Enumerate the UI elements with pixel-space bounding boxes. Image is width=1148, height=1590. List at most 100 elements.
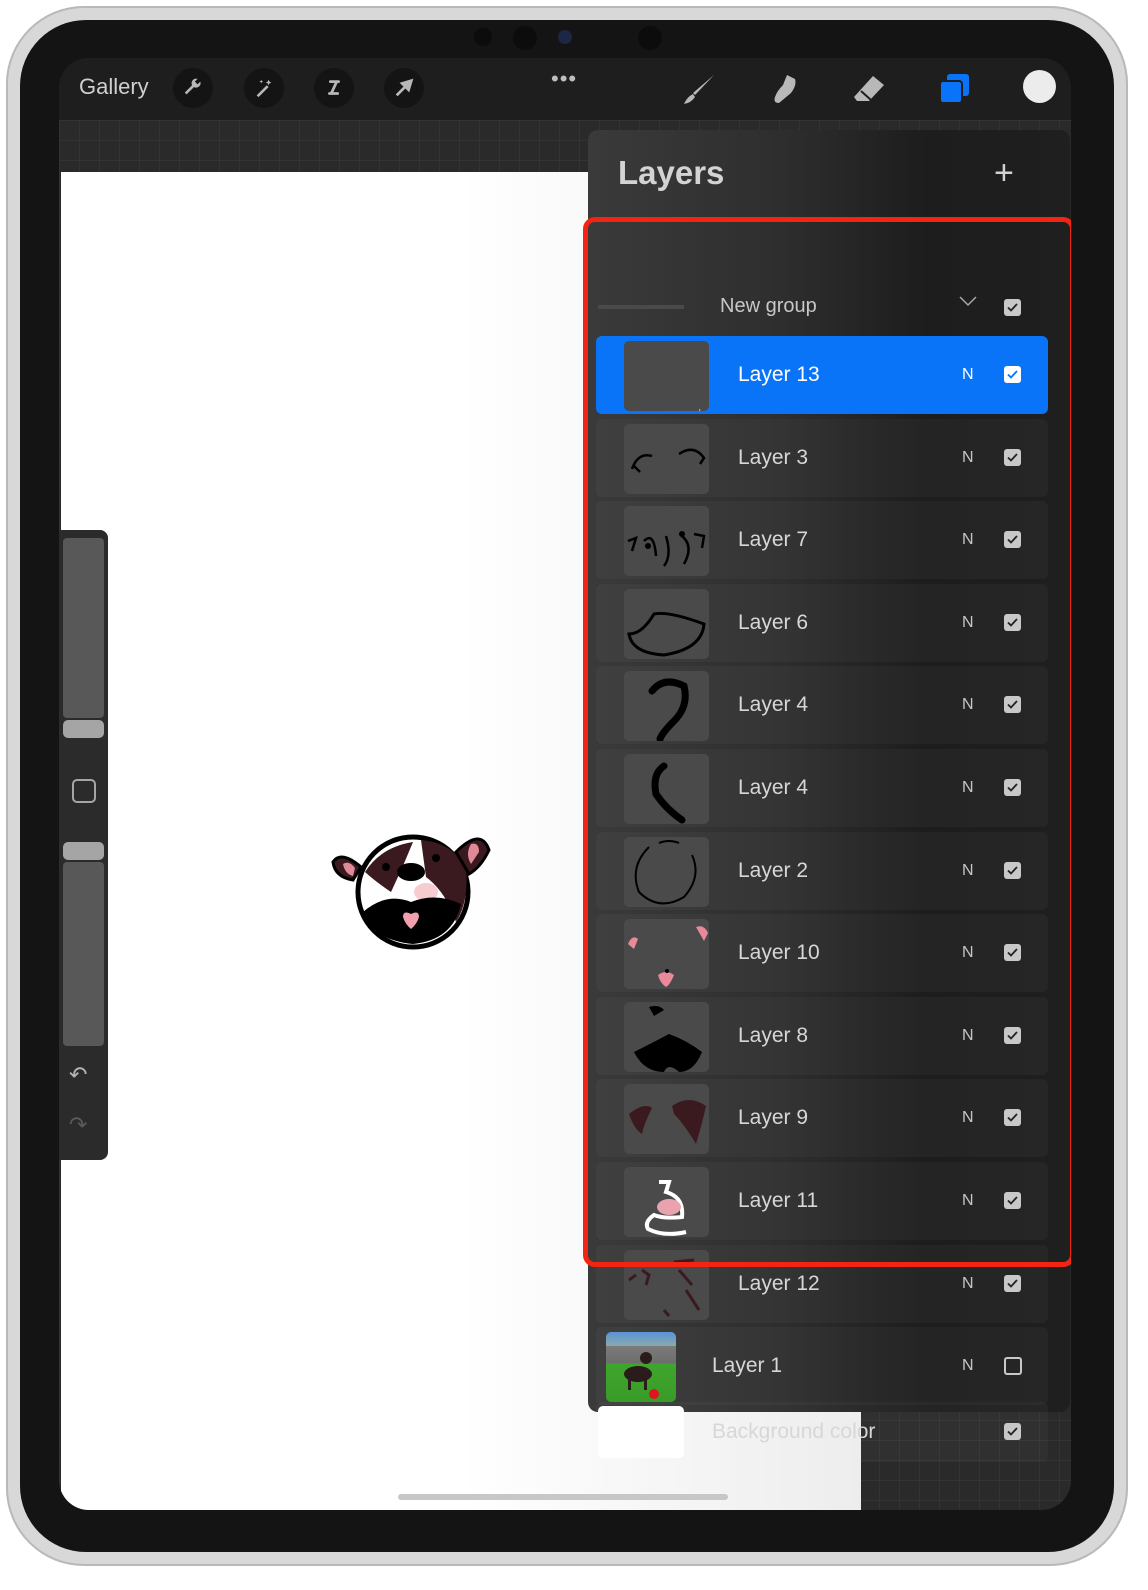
layer-row[interactable]: Layer 10 N [596, 914, 1048, 992]
layer-thumbnail [624, 919, 709, 990]
layer-row[interactable]: Layer 11 N [596, 1162, 1048, 1240]
add-layer-button[interactable]: + [994, 156, 1014, 190]
brush-size-slider[interactable] [63, 538, 104, 718]
procreate-screen: Gallery ••• ↶ ↷ Layers + New group Layer… [59, 58, 1071, 1510]
layer-thumbnail [624, 1001, 709, 1072]
sensor [638, 26, 662, 50]
layer-name: Layer 2 [738, 858, 809, 882]
layer-row[interactable]: Layer 9 N [596, 1079, 1048, 1157]
blend-mode-button[interactable]: N [962, 1027, 974, 1045]
layer-visibility-checkbox[interactable] [1004, 531, 1021, 549]
background-color-swatch[interactable] [598, 1405, 684, 1458]
smudge-button[interactable] [765, 70, 805, 108]
layer-visibility-checkbox[interactable] [1004, 1026, 1021, 1044]
modify-button[interactable] [72, 779, 96, 803]
checkmark-icon [1007, 865, 1018, 875]
layer-name: Layer 1 [712, 1354, 783, 1378]
layer-content-preview [651, 762, 686, 824]
gallery-button[interactable]: Gallery [79, 74, 149, 100]
layer-content-preview [695, 408, 701, 411]
checkmark-icon [1007, 1427, 1018, 1436]
brush-button[interactable] [679, 70, 719, 108]
layer-row[interactable]: Layer 3 N [596, 419, 1048, 497]
group-visibility-checkbox[interactable] [1004, 299, 1021, 316]
blend-mode-button[interactable]: N [962, 614, 974, 632]
layer-name: Layer 3 [738, 445, 809, 469]
blend-mode-button[interactable]: N [962, 696, 974, 714]
layer-content-preview [627, 611, 706, 657]
background-color-row[interactable]: Background color [596, 1402, 1048, 1462]
background-visibility-checkbox[interactable] [1004, 1422, 1021, 1440]
layer-row[interactable]: Layer 6 N [596, 584, 1048, 662]
layer-content-preview [644, 1180, 687, 1236]
layer-visibility-checkbox[interactable] [1004, 613, 1021, 631]
adjustments-button[interactable] [244, 68, 284, 108]
dog-face-drawing [331, 834, 491, 950]
color-picker-swatch[interactable] [1023, 70, 1056, 103]
checkmark-icon [1007, 783, 1018, 792]
layer-name: Layer 11 [738, 1189, 819, 1212]
layer-visibility-checkbox[interactable] [1004, 1274, 1021, 1292]
layer-row[interactable]: Layer 8 N [596, 997, 1048, 1075]
sensor [474, 28, 492, 46]
front-camera [558, 30, 572, 44]
selection-button[interactable] [314, 68, 354, 108]
layers-panel: Layers + New group Layer 13 N Layer 3 N Laye… [588, 130, 1070, 1458]
layer-visibility-checkbox[interactable] [1004, 448, 1021, 466]
transform-button[interactable] [384, 68, 424, 108]
layer-group-row[interactable]: New group [596, 280, 1048, 336]
layer-thumbnail [624, 506, 709, 577]
layer-visibility-checkbox[interactable] [1004, 1109, 1021, 1127]
blend-mode-button[interactable]: N [962, 1357, 974, 1375]
checkmark-icon [1007, 1278, 1018, 1288]
layer-row[interactable]: Layer 13 N [596, 336, 1048, 414]
brush-size-handle[interactable] [63, 720, 104, 738]
layer-content-preview [630, 448, 706, 473]
undo-button[interactable]: ↶ [69, 1062, 87, 1088]
layer-name: Layer 9 [738, 1106, 809, 1130]
opacity-slider[interactable] [63, 862, 104, 1046]
eraser-button[interactable] [849, 70, 889, 108]
layer-visibility-checkbox[interactable] [1004, 861, 1021, 879]
more-options-button[interactable]: ••• [551, 66, 577, 92]
sensor [513, 26, 537, 50]
blend-mode-button[interactable]: N [962, 1275, 974, 1293]
layers-icon [939, 74, 969, 104]
layers-button[interactable] [935, 70, 975, 108]
layer-row[interactable]: Layer 4 N [596, 749, 1048, 827]
smudge-icon [774, 75, 796, 103]
blend-mode-button[interactable]: N [962, 531, 974, 549]
layer-thumbnail [624, 754, 709, 824]
transform-arrow-icon [395, 78, 414, 97]
layer-visibility-checkbox[interactable] [1004, 1192, 1021, 1209]
actions-button[interactable] [173, 68, 213, 108]
layer-content-preview [634, 839, 697, 904]
layer-row[interactable]: Layer 1 N [596, 1327, 1048, 1405]
layer-row[interactable]: Layer 7 N [596, 501, 1048, 579]
layer-content-preview [648, 678, 689, 742]
chevron-down-icon[interactable] [958, 294, 978, 308]
layer-visibility-checkbox[interactable] [1004, 944, 1021, 962]
layer-name: Layer 4 [738, 776, 809, 799]
blend-mode-button[interactable]: N [962, 1192, 974, 1210]
layer-name: Layer 13 [738, 363, 820, 386]
blend-mode-button[interactable]: N [962, 449, 974, 467]
redo-button[interactable]: ↷ [69, 1112, 87, 1138]
blend-mode-button[interactable]: N [962, 366, 974, 384]
layer-thumbnail [624, 588, 709, 659]
layer-name: Layer 7 [738, 528, 809, 552]
blend-mode-button[interactable]: N [962, 944, 974, 962]
layer-visibility-checkbox[interactable] [1004, 1357, 1022, 1376]
blend-mode-button[interactable]: N [962, 779, 974, 797]
opacity-handle[interactable] [63, 842, 104, 860]
layer-row[interactable]: Layer 4 N [596, 666, 1048, 744]
layer-row[interactable]: Layer 2 N [596, 832, 1048, 910]
blend-mode-button[interactable]: N [962, 1109, 974, 1127]
layer-visibility-checkbox[interactable] [1004, 779, 1021, 796]
layer-row[interactable]: Layer 12 N [596, 1245, 1048, 1323]
dog-photo [624, 1352, 659, 1400]
layer-thumbnail [606, 1332, 676, 1403]
layer-visibility-checkbox[interactable] [1004, 366, 1021, 383]
blend-mode-button[interactable]: N [962, 862, 974, 880]
layer-visibility-checkbox[interactable] [1004, 696, 1021, 714]
